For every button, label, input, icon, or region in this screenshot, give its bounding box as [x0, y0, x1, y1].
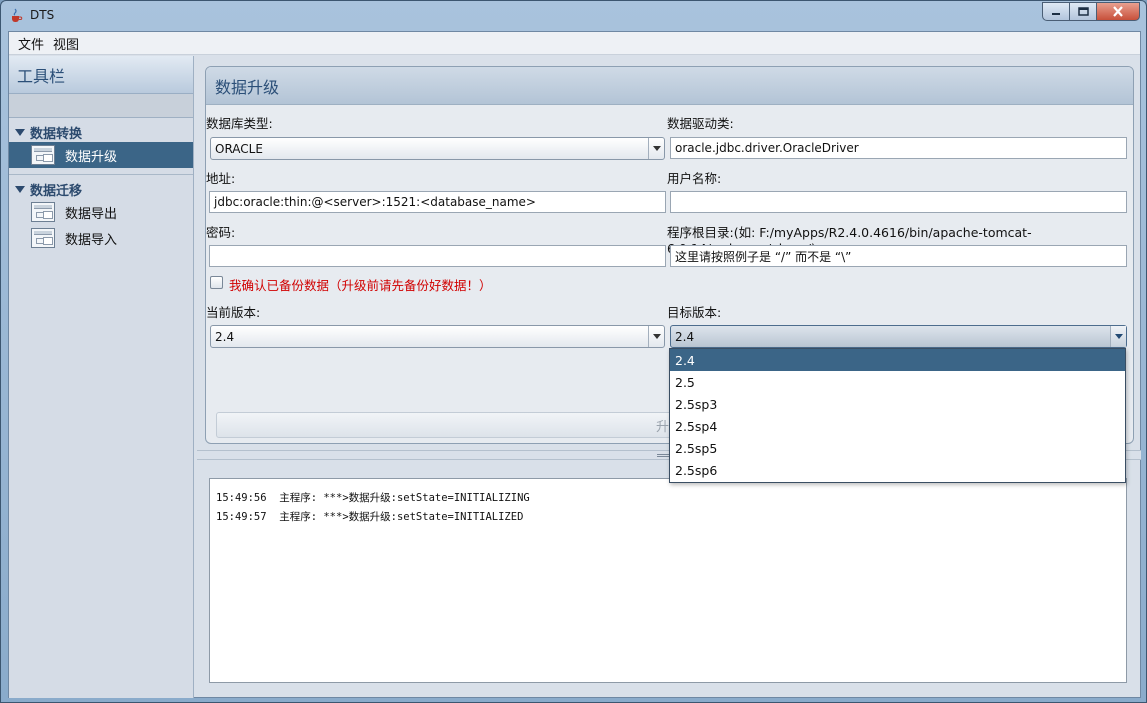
group-data-conversion: 数据转换 数据升级 [9, 122, 193, 175]
sidebar-item-data-upgrade[interactable]: 数据升级 [9, 142, 193, 168]
version-option[interactable]: 2.5sp6 [670, 459, 1125, 481]
menu-view[interactable]: 视图 [53, 34, 79, 53]
chevron-down-icon [1110, 326, 1126, 347]
app-window: DTS 文件 视图 工具栏 数据转换 数据升级 数据迁移 数据导出 数据导入 数… [0, 0, 1147, 703]
expand-triangle-icon [15, 128, 25, 136]
backup-confirm-checkbox[interactable] [210, 276, 223, 289]
target-version-combo[interactable]: 2.4 [670, 325, 1127, 348]
backup-confirm-label[interactable]: 我确认已备份数据（升级前请先备份好数据！） [229, 275, 492, 294]
log-line: 15:49:56 主程序: ***>数据升级:setState=INITIALI… [216, 492, 530, 504]
driver-label: 数据驱动类: [667, 116, 734, 131]
log-line: 15:49:57 主程序: ***>数据升级:setState=INITIALI… [216, 511, 524, 523]
sidebar-item-data-import[interactable]: 数据导入 [9, 225, 193, 251]
menu-file[interactable]: 文件 [18, 34, 44, 53]
current-version-value: 2.4 [215, 329, 235, 344]
sidebar-item-data-export[interactable]: 数据导出 [9, 199, 193, 225]
driver-field[interactable]: oracle.jdbc.driver.OracleDriver [670, 137, 1127, 159]
sidebar-spacer [9, 94, 193, 118]
minimize-button[interactable] [1042, 2, 1070, 21]
db-type-combo[interactable]: ORACLE [210, 137, 665, 160]
target-version-value: 2.4 [675, 329, 695, 344]
window-icon [31, 228, 55, 248]
version-option[interactable]: 2.5sp4 [670, 415, 1125, 437]
db-type-label: 数据库类型: [206, 116, 273, 131]
current-version-label: 当前版本: [206, 305, 261, 320]
close-icon [1113, 6, 1123, 17]
group-data-migration: 数据迁移 数据导出 数据导入 [9, 179, 193, 251]
version-option[interactable]: 2.5 [670, 371, 1125, 393]
version-option[interactable]: 2.5sp5 [670, 437, 1125, 459]
window-controls [1042, 2, 1140, 21]
log-output[interactable]: 15:49:56 主程序: ***>数据升级:setState=INITIALI… [209, 478, 1127, 683]
db-type-value: ORACLE [215, 141, 263, 156]
current-version-combo[interactable]: 2.4 [210, 325, 665, 348]
window-icon [31, 202, 55, 222]
address-field[interactable]: jdbc:oracle:thin:@<server>:1521:<databas… [209, 191, 666, 213]
group-header-data-conversion[interactable]: 数据转换 [9, 122, 193, 142]
username-label: 用户名称: [667, 171, 722, 186]
window-icon [31, 145, 55, 165]
title-bar[interactable]: DTS [1, 1, 1146, 31]
panel-title: 数据升级 [206, 67, 1133, 105]
window-title: DTS [30, 8, 55, 22]
maximize-button[interactable] [1069, 2, 1097, 21]
close-button[interactable] [1096, 2, 1140, 21]
password-label: 密码: [206, 225, 236, 240]
target-version-dropdown: 2.4 2.5 2.5sp3 2.5sp4 2.5sp5 2.5sp6 [669, 348, 1126, 483]
root-dir-field[interactable]: 这里请按照例子是 “/” 而不是 “\” [670, 245, 1127, 267]
sidebar-item-label: 数据导入 [65, 232, 118, 248]
version-option[interactable]: 2.4 [670, 349, 1125, 371]
chevron-down-icon [648, 138, 664, 159]
sidebar-item-label: 数据升级 [65, 149, 118, 165]
group-label: 数据转换 [30, 126, 83, 142]
minimize-icon [1052, 12, 1060, 15]
target-version-label: 目标版本: [667, 305, 722, 320]
group-header-data-migration[interactable]: 数据迁移 [9, 179, 193, 199]
password-field[interactable] [209, 245, 666, 267]
menu-bar: 文件 视图 [9, 32, 1140, 55]
username-field[interactable] [670, 191, 1127, 213]
address-label: 地址: [206, 171, 236, 186]
group-label: 数据迁移 [30, 183, 83, 199]
maximize-icon [1077, 7, 1089, 16]
version-option[interactable]: 2.5sp3 [670, 393, 1125, 415]
expand-triangle-icon [15, 185, 25, 193]
java-cup-icon [12, 8, 23, 22]
chevron-down-icon [648, 326, 664, 347]
sidebar-item-label: 数据导出 [65, 206, 118, 222]
sidebar-title: 工具栏 [9, 56, 193, 94]
sidebar: 工具栏 数据转换 数据升级 数据迁移 数据导出 数据导入 [9, 56, 194, 698]
grip-icon [657, 454, 669, 457]
